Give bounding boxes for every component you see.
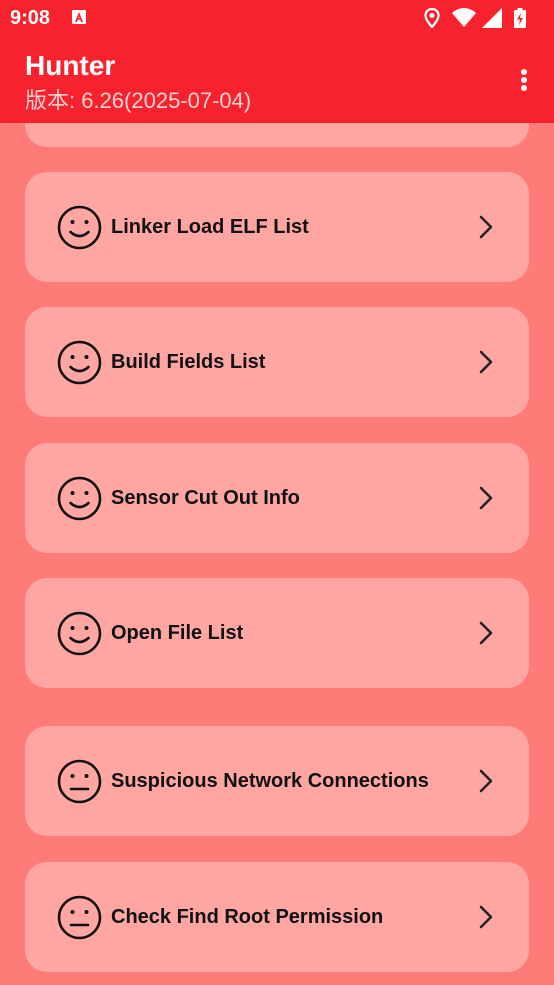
check-list: Linker Load ELF List Build Fields List S… <box>0 123 554 985</box>
list-item-label: Check Find Root Permission <box>111 906 384 928</box>
list-item-label: Open File List <box>111 622 244 644</box>
more-vert-icon-dot <box>521 77 527 83</box>
more-options-button[interactable] <box>515 64 535 94</box>
list-item[interactable]: Open File List <box>25 578 529 688</box>
app-version-subtitle: 版本: 6.26(2025-07-04) <box>25 88 252 113</box>
smile-face-icon <box>57 611 102 656</box>
app-title: Hunter <box>25 50 116 81</box>
list-item[interactable]: Linker Load ELF List <box>25 172 529 282</box>
list-item[interactable]: Check Find Root Permission <box>25 862 529 972</box>
more-vert-icon <box>521 69 527 75</box>
list-item[interactable]: Build Fields List <box>25 307 529 417</box>
smile-face-icon <box>57 340 102 385</box>
status-time: 9:08 <box>10 7 51 29</box>
signal-icon <box>482 8 502 28</box>
chevron-right-icon <box>479 215 493 239</box>
list-item-partial[interactable] <box>25 123 529 147</box>
list-item[interactable]: Suspicious Network Connections <box>25 726 529 836</box>
list-item-label: Build Fields List <box>111 351 266 373</box>
chevron-right-icon <box>479 486 493 510</box>
more-vert-icon-dot <box>521 85 527 91</box>
app-bar: Hunter 版本: 6.26(2025-07-04) <box>0 37 554 123</box>
chevron-right-icon <box>479 769 493 793</box>
list-item-label: Linker Load ELF List <box>111 216 309 238</box>
neutral-face-icon <box>57 895 102 940</box>
chevron-right-icon <box>479 621 493 645</box>
list-item[interactable]: Sensor Cut Out Info <box>25 443 529 553</box>
chevron-right-icon <box>479 905 493 929</box>
smile-face-icon <box>57 205 102 250</box>
wifi-icon <box>452 8 476 27</box>
neutral-face-icon <box>57 759 102 804</box>
list-item-label: Suspicious Network Connections <box>111 770 429 792</box>
app-screen: 9:08 Hunter 版本: 6.26(2025-07-04) Linker … <box>0 0 554 985</box>
location-icon <box>424 8 440 28</box>
smile-face-icon <box>57 476 102 521</box>
status-bar: 9:08 <box>0 0 554 37</box>
app-notification-icon <box>72 10 86 24</box>
chevron-right-icon <box>479 350 493 374</box>
status-icons <box>424 8 542 28</box>
list-item-label: Sensor Cut Out Info <box>111 487 300 509</box>
battery-charging-icon <box>514 8 526 28</box>
